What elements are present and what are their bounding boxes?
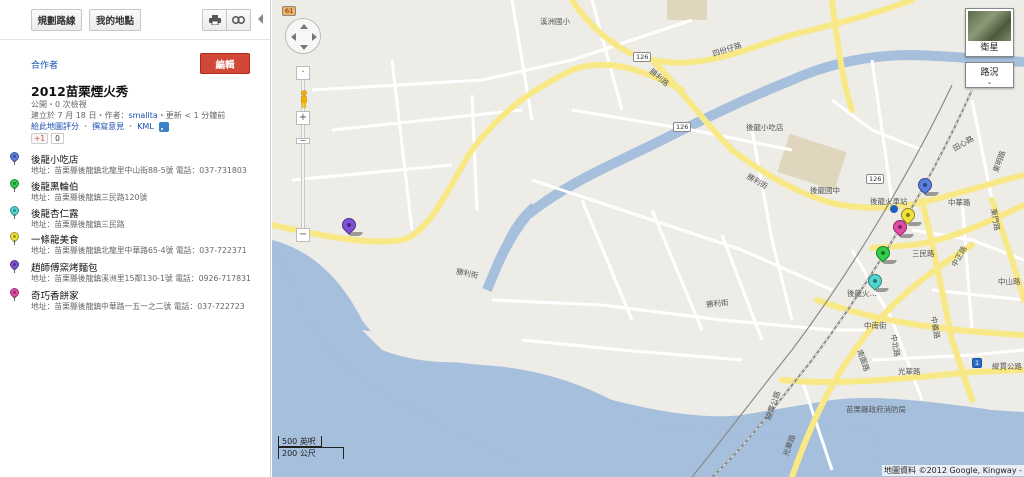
toolbar: 規劃路線 我的地點	[0, 0, 270, 40]
traffic-label: 路況	[980, 68, 999, 78]
scale-feet: 500 英呎	[278, 436, 322, 447]
updated-info: ・更新 < 1 分鐘前	[157, 111, 226, 120]
place-address: 地址：苗栗縣後龍鎮三民路120號	[31, 193, 148, 202]
author-link[interactable]: smallta	[128, 111, 157, 120]
pan-arrows-icon	[291, 24, 317, 50]
guanghua-road-label: 光華路	[898, 367, 921, 376]
place-name[interactable]: 後龍杏仁露	[31, 206, 79, 220]
satellite-label: 衛星	[980, 43, 999, 53]
chevron-down-icon: ⌄	[986, 78, 993, 86]
view-count: 公開・0 次檢視	[31, 100, 87, 109]
route-1-shield: 1	[972, 358, 983, 368]
edit-button[interactable]: 編輯	[200, 53, 250, 74]
plus-one-button[interactable]: +1	[31, 133, 49, 144]
left-panel: 規劃路線 我的地點 合作者 編輯 2012苗栗煙火秀 公開・0 次檢視 建立於 …	[0, 0, 271, 477]
rss-icon[interactable]	[159, 121, 170, 132]
pin-stem	[14, 214, 15, 219]
map-canvas[interactable]: 61 溪洲國小 126 四份仔路 勝利路 126 後龍小吃店 勝利街 後龍國中 …	[272, 0, 1024, 477]
xizhou-school-label: 溪洲國小	[540, 17, 570, 26]
traffic-button[interactable]: 路況 ⌄	[965, 62, 1014, 88]
shengli-street-label-d: 勝利街	[705, 297, 729, 310]
pin-stem	[14, 268, 15, 273]
write-comment-link[interactable]: 撰寫意見	[92, 122, 124, 131]
houlong-junior-high-label: 後龍國中	[810, 186, 840, 195]
map-actions: 給此地圖評分 ・ 撰寫意見 ・ KML	[31, 121, 170, 132]
zoom-slider-handle[interactable]: −	[296, 137, 310, 145]
route-126-shield-b: 126	[673, 122, 692, 132]
map-title: 2012苗栗煙火秀	[31, 84, 129, 99]
place-name[interactable]: 趙師傅窯烤麵包	[31, 260, 98, 274]
zongguan-road-label: 縱貫公路	[992, 362, 1022, 371]
zoom-in-button[interactable]: +	[296, 111, 310, 125]
place-address: 地址：苗栗縣後龍鎮溪洲里15鄰130-1號 電話：0926-717831	[31, 274, 252, 283]
pegman-icon[interactable]	[300, 90, 308, 108]
satellite-thumbnail	[968, 11, 1011, 41]
place-name[interactable]: 奇巧香餅家	[31, 288, 79, 302]
fire-station-label: 苗栗縣政府消防局	[846, 405, 906, 414]
route-61-shield: 61	[282, 6, 297, 16]
zoom-center-button[interactable]: ·	[296, 66, 310, 80]
place-address: 地址：苗栗縣後龍鎮北龍里中山街88-5號 電話：037-731803	[31, 166, 247, 175]
houlong-snack-map-label: 後龍小吃店	[746, 123, 784, 132]
place-name[interactable]: 一條龍美食	[31, 232, 79, 246]
zhongshan-road-label: 中山路	[998, 277, 1021, 286]
houlong-station-label-b: 後龍火…	[847, 289, 877, 298]
zhongnan-street-label: 中南街	[864, 321, 887, 330]
directions-button[interactable]: 規劃路線	[31, 9, 82, 31]
kml-link[interactable]: KML	[137, 122, 154, 131]
place-address: 地址：苗栗縣後龍鎮中華路一五一之二號 電話：037-722723	[31, 302, 245, 311]
scale-bar: 500 英呎 200 公尺	[278, 436, 348, 462]
collaborators-link[interactable]: 合作者	[31, 58, 58, 71]
route-126-shield-a: 126	[633, 52, 652, 62]
route-126-shield-c: 126	[866, 174, 885, 184]
link-icon	[232, 16, 245, 24]
zoom-out-button[interactable]: −	[296, 228, 310, 242]
place-name[interactable]: 後龍小吃店	[31, 152, 79, 166]
created-info: 建立於 7 月 18 日・作者：smallta・更新 < 1 分鐘前	[31, 110, 225, 121]
printer-icon	[208, 15, 221, 25]
scale-meters: 200 公尺	[278, 447, 344, 459]
place-name[interactable]: 後龍黑輪伯	[31, 179, 79, 193]
pin-stem	[14, 296, 15, 301]
google-maps-window: 規劃路線 我的地點 合作者 編輯 2012苗栗煙火秀 公開・0 次檢視 建立於 …	[0, 0, 1024, 477]
plus-one-widget: +1 0	[31, 133, 64, 144]
zhonghua-road-label: 中華路	[948, 198, 971, 207]
rate-map-link[interactable]: 給此地圖評分	[31, 122, 79, 131]
sanmin-road-label: 三民路	[912, 249, 935, 258]
collapse-panel-icon[interactable]	[258, 14, 263, 24]
plus-one-count: 0	[51, 133, 64, 144]
map-attribution: 地圖資料 ©2012 Google, Kingway -	[882, 465, 1024, 476]
satellite-view-button[interactable]: 衛星	[965, 8, 1014, 57]
pin-stem	[14, 187, 15, 192]
pan-control[interactable]	[285, 18, 321, 54]
houlong-station-label: 後龍火車站	[870, 197, 908, 206]
my-maps-button[interactable]: 我的地點	[89, 9, 141, 31]
place-address: 地址：苗栗縣後龍鎮三民路	[31, 220, 125, 229]
place-address: 地址：苗栗縣後龍鎮北龍里中華路65-4號 電話：037-722371	[31, 246, 247, 255]
print-button[interactable]	[202, 9, 227, 31]
pin-stem	[14, 240, 15, 245]
created-prefix: 建立於 7 月 18 日・作者：	[31, 111, 129, 120]
link-button[interactable]	[226, 9, 251, 31]
pin-stem	[14, 160, 15, 165]
